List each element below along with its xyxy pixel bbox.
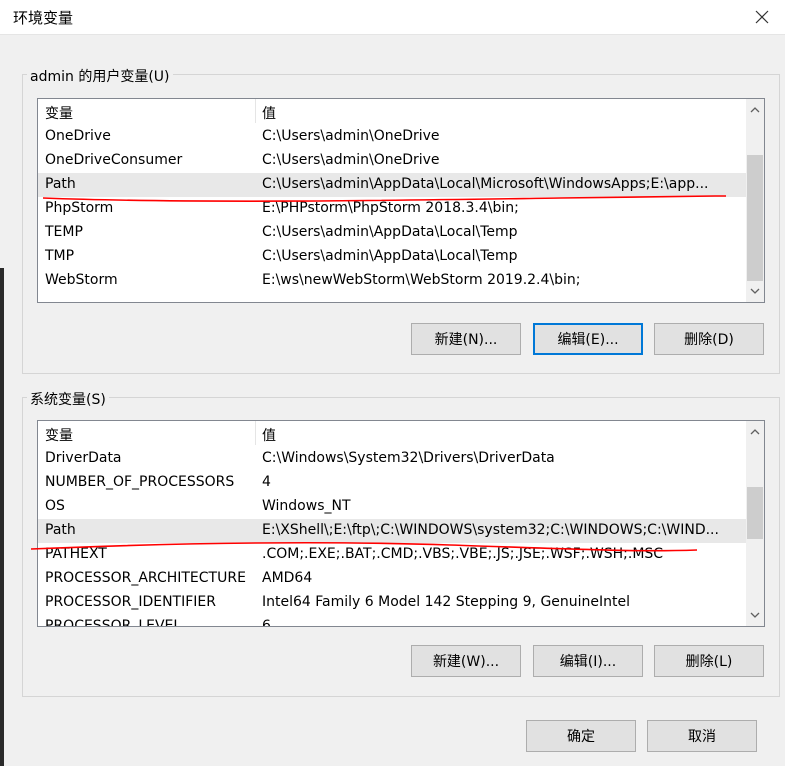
close-icon [755,10,769,24]
chevron-down-icon [750,288,760,294]
scroll-up-button[interactable] [746,423,764,441]
list-item[interactable]: PhpStorm E:\PHPstorm\PhpStorm 2018.3.4\b… [38,197,746,221]
system-new-button[interactable]: 新建(W)... [411,645,521,677]
variable-value: E:\PHPstorm\PhpStorm 2018.3.4\bin; [262,200,519,216]
list-item-selected[interactable]: Path C:\Users\admin\AppData\Local\Micros… [38,173,746,197]
user-variables-list[interactable]: 变量 值 OneDrive C:\Users\admin\OneDrive On… [37,98,765,303]
vertical-scrollbar[interactable] [746,99,764,302]
list-header: 变量 值 [38,421,764,447]
variable-value: C:\Windows\System32\Drivers\DriverData [262,450,555,466]
variable-value: .COM;.EXE;.BAT;.CMD;.VBS;.VBE;.JS;.JSE;.… [262,546,664,562]
variable-name: OneDrive [45,128,111,144]
variable-name: PROCESSOR_ARCHITECTURE [45,570,246,586]
chevron-down-icon [750,612,760,618]
chevron-up-icon [750,429,760,435]
variable-name: Path [45,176,76,192]
cancel-button[interactable]: 取消 [647,720,757,752]
variable-value: 4 [262,474,271,490]
variable-name: TMP [45,248,75,264]
variable-name: TEMP [45,224,83,240]
list-item[interactable]: PROCESSOR_IDENTIFIER Intel64 Family 6 Mo… [38,591,746,615]
variable-value: Intel64 Family 6 Model 142 Stepping 9, G… [262,594,631,610]
list-item[interactable]: DriverData C:\Windows\System32\Drivers\D… [38,447,746,471]
list-item[interactable]: PATHEXT .COM;.EXE;.BAT;.CMD;.VBS;.VBE;.J… [38,543,746,567]
list-item[interactable]: OneDrive C:\Users\admin\OneDrive [38,125,746,149]
variable-name: WebStorm [45,272,118,288]
chevron-up-icon [750,107,760,113]
variable-name: DriverData [45,450,122,466]
variable-name: PROCESSOR_IDENTIFIER [45,594,216,610]
variable-name: Path [45,522,76,538]
user-new-button[interactable]: 新建(N)... [411,323,521,355]
scroll-down-button[interactable] [746,282,764,300]
window-title: 环境变量 [13,9,74,27]
scroll-thumb[interactable] [747,487,763,539]
variable-value: 6 [262,618,271,627]
variable-name: PhpStorm [45,200,114,216]
ok-button[interactable]: 确定 [526,720,636,752]
column-divider[interactable] [255,99,256,123]
variable-value: C:\Users\admin\OneDrive [262,128,440,144]
list-item[interactable]: PROCESSOR_LEVEL 6 [38,615,746,627]
scroll-up-button[interactable] [746,101,764,119]
scroll-down-button[interactable] [746,606,764,624]
list-item[interactable]: WebStorm E:\ws\newWebStorm\WebStorm 2019… [38,269,746,293]
variable-name: NUMBER_OF_PROCESSORS [45,474,235,490]
variable-value: E:\ws\newWebStorm\WebStorm 2019.2.4\bin; [262,272,581,288]
background-window-edge [0,268,4,766]
variable-value: C:\Users\admin\OneDrive [262,152,440,168]
list-item[interactable]: TEMP C:\Users\admin\AppData\Local\Temp [38,221,746,245]
variable-value: C:\Users\admin\AppData\Local\Microsoft\W… [262,176,709,192]
variable-name: OneDriveConsumer [45,152,183,168]
column-header-value[interactable]: 值 [262,425,276,445]
system-delete-button[interactable]: 删除(L) [654,645,764,677]
column-divider[interactable] [255,421,256,445]
column-header-value[interactable]: 值 [262,103,276,123]
variable-name: PATHEXT [45,546,107,562]
list-item[interactable]: TMP C:\Users\admin\AppData\Local\Temp [38,245,746,269]
system-variables-list[interactable]: 变量 值 DriverData C:\Windows\System32\Driv… [37,420,765,627]
list-item-selected[interactable]: Path E:\XShell\;E:\ftp\;C:\WINDOWS\syste… [38,519,746,543]
variable-value: AMD64 [262,570,313,586]
user-variables-label: admin 的用户变量(U) [27,66,173,86]
vertical-scrollbar[interactable] [746,421,764,626]
list-item[interactable]: OS Windows_NT [38,495,746,519]
variable-value: C:\Users\admin\AppData\Local\Temp [262,224,518,240]
list-item[interactable]: PROCESSOR_ARCHITECTURE AMD64 [38,567,746,591]
list-item[interactable]: NUMBER_OF_PROCESSORS 4 [38,471,746,495]
variable-value: Windows_NT [262,498,351,514]
title-bar: 环境变量 [0,0,785,35]
variable-name: OS [45,498,65,514]
user-delete-button[interactable]: 删除(D) [654,323,764,355]
system-edit-button[interactable]: 编辑(I)... [533,645,643,677]
user-edit-button[interactable]: 编辑(E)... [533,323,643,355]
close-button[interactable] [739,0,785,34]
column-header-variable[interactable]: 变量 [45,103,73,123]
scroll-thumb[interactable] [747,155,763,281]
variable-value: C:\Users\admin\AppData\Local\Temp [262,248,518,264]
list-item[interactable]: OneDriveConsumer C:\Users\admin\OneDrive [38,149,746,173]
list-header: 变量 值 [38,99,764,125]
variable-name: PROCESSOR_LEVEL [45,618,182,627]
system-variables-label: 系统变量(S) [27,389,109,409]
column-header-variable[interactable]: 变量 [45,425,73,445]
variable-value: E:\XShell\;E:\ftp\;C:\WINDOWS\system32;C… [262,522,719,538]
